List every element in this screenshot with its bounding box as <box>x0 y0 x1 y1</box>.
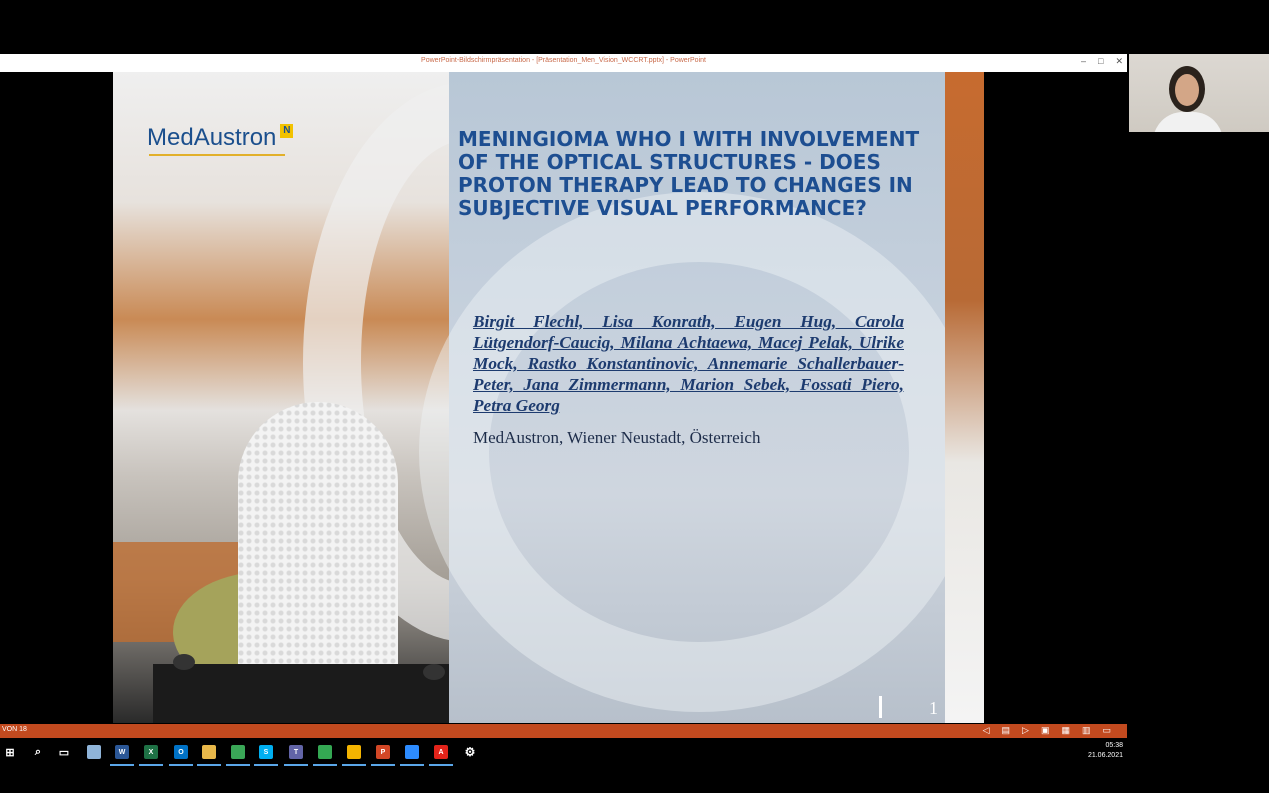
powerpoint-icon[interactable]: P <box>375 744 391 760</box>
teams-glyph: T <box>289 745 303 759</box>
zoom-icon[interactable] <box>404 744 420 760</box>
explorer-icon[interactable] <box>201 744 217 760</box>
file-icon[interactable] <box>86 744 102 760</box>
outlook-icon[interactable]: O <box>173 744 189 760</box>
slide-photo <box>113 72 633 723</box>
slide-number: 1 <box>929 698 938 718</box>
webcam-feed <box>1129 54 1269 132</box>
running-indicator <box>371 764 395 766</box>
slide-title: MENINGIOMA WHO I WITH INVOLVEMENT OF THE… <box>458 127 920 220</box>
logo-text: MedAustron <box>147 124 277 151</box>
slide-count: VON 18 <box>2 726 27 733</box>
file-glyph <box>87 745 101 759</box>
skype-glyph: S <box>259 745 273 759</box>
running-indicator <box>429 764 453 766</box>
knob <box>423 664 445 680</box>
normal-view-icon[interactable]: ▣ <box>1041 725 1050 736</box>
running-indicator <box>313 764 337 766</box>
teams-icon[interactable]: T <box>288 744 304 760</box>
excel-glyph: X <box>144 745 158 759</box>
acrobat-glyph: A <box>434 745 448 759</box>
title-bar: PowerPoint-Bildschirmpräsentation - [Prä… <box>0 54 1127 72</box>
search-glyph: ⌕ <box>34 745 42 758</box>
logo-badge: N <box>280 124 294 138</box>
running-indicator <box>169 764 193 766</box>
settings-glyph: ⚙ <box>464 745 476 759</box>
start-glyph: ⊞ <box>5 746 15 759</box>
acrobat-icon[interactable]: A <box>433 744 449 760</box>
task-view-glyph: ▭ <box>58 746 70 759</box>
person-body <box>1153 112 1223 132</box>
running-indicator <box>254 764 278 766</box>
taskbar: ⊞ ⌕ ▭ W X O S T P A ⚙ 05:38 21.06.2021 <box>0 738 1127 768</box>
start-icon[interactable]: ⊞ <box>2 744 18 760</box>
word-icon[interactable]: W <box>114 744 130 760</box>
person-face <box>1175 74 1199 106</box>
sorter-view-icon[interactable]: ▦ <box>1061 725 1070 736</box>
chrome-icon[interactable] <box>346 744 362 760</box>
chrome-green-icon[interactable] <box>230 744 246 760</box>
thermoplastic-mask <box>238 402 398 702</box>
powerpoint-window: PowerPoint-Bildschirmpräsentation - [Prä… <box>0 54 1127 738</box>
medaustron-logo: MedAustron N <box>147 124 294 152</box>
status-icons: ◁ ▤ ▷ ▣ ▦ ▥ ▭ <box>983 725 1111 736</box>
running-indicator <box>197 764 221 766</box>
slide[interactable]: MedAustron N MENINGIOMA WHO I WITH INVOLV… <box>113 72 984 723</box>
next-icon[interactable]: ▷ <box>1022 725 1029 736</box>
outlook-glyph: O <box>174 745 188 759</box>
running-indicator <box>342 764 366 766</box>
panel-background-ring <box>419 192 979 712</box>
search-icon[interactable]: ⌕ <box>30 744 46 760</box>
logo-underline <box>149 154 285 156</box>
app-green-icon[interactable] <box>317 744 333 760</box>
slideshow-icon[interactable]: ▭ <box>1102 725 1111 736</box>
zoom-glyph <box>405 745 419 759</box>
running-indicator <box>284 764 308 766</box>
excel-icon[interactable]: X <box>143 744 159 760</box>
clock-time: 05:38 <box>1105 742 1123 749</box>
chrome-glyph <box>347 745 361 759</box>
minimize-button[interactable]: – <box>1081 56 1086 67</box>
window-controls: – □ ✕ <box>1081 56 1123 67</box>
notes-icon[interactable]: ▤ <box>1002 725 1011 736</box>
clock-date: 21.06.2021 <box>1087 752 1123 759</box>
powerpoint-glyph: P <box>376 745 390 759</box>
reading-view-icon[interactable]: ▥ <box>1082 725 1091 736</box>
running-indicator <box>110 764 134 766</box>
window-title: PowerPoint-Bildschirmpräsentation - [Prä… <box>421 57 706 64</box>
slide-marker <box>879 696 882 718</box>
settings-icon[interactable]: ⚙ <box>462 744 478 760</box>
slide-affiliation: MedAustron, Wiener Neustadt, Österreich <box>473 428 761 447</box>
status-bar: VON 18 ◁ ▤ ▷ ▣ ▦ ▥ ▭ <box>0 724 1127 738</box>
task-view-icon[interactable]: ▭ <box>56 744 72 760</box>
running-indicator <box>400 764 424 766</box>
table-base <box>153 664 453 723</box>
slide-authors: Birgit Flechl, Lisa Konrath, Eugen Hug, … <box>473 312 904 415</box>
close-button[interactable]: ✕ <box>1115 56 1123 67</box>
explorer-glyph <box>202 745 216 759</box>
word-glyph: W <box>115 745 129 759</box>
app-green-glyph <box>318 745 332 759</box>
running-indicator <box>139 764 163 766</box>
skype-icon[interactable]: S <box>258 744 274 760</box>
running-indicator <box>226 764 250 766</box>
clock[interactable]: 05:38 21.06.2021 <box>1088 741 1123 761</box>
knob <box>173 654 195 670</box>
prev-icon[interactable]: ◁ <box>983 725 990 736</box>
chrome-green-glyph <box>231 745 245 759</box>
photo-strip <box>945 72 984 723</box>
maximize-button[interactable]: □ <box>1098 56 1103 67</box>
